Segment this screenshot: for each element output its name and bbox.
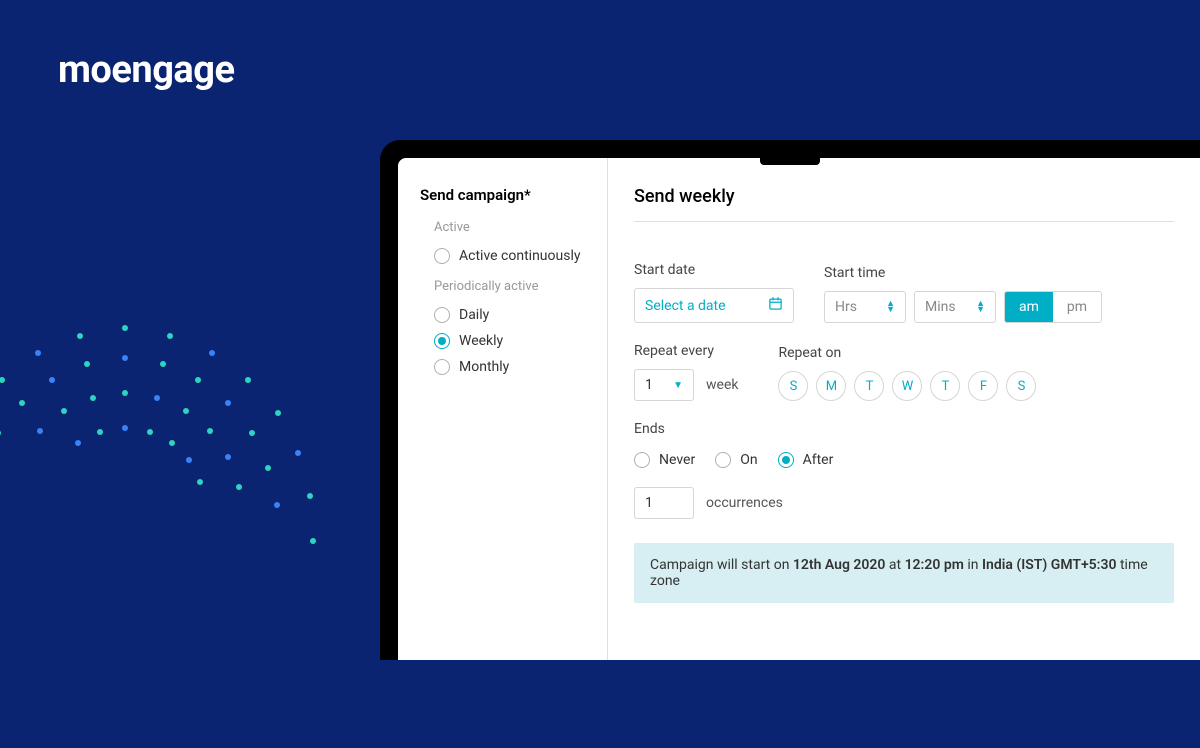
pm-option[interactable]: pm <box>1053 292 1101 322</box>
date-placeholder: Select a date <box>645 298 726 314</box>
ampm-toggle[interactable]: am pm <box>1004 291 1102 323</box>
occurrences-value: 1 <box>645 495 653 511</box>
radio-icon <box>778 452 794 468</box>
radio-monthly[interactable]: Monthly <box>420 354 589 380</box>
day-picker: S M T W T F S <box>778 371 1036 401</box>
radio-ends-never[interactable]: Never <box>634 447 695 473</box>
hours-input[interactable]: Hrs ▲▼ <box>824 291 906 323</box>
brand-logo: moengage <box>58 48 234 92</box>
radio-label: Daily <box>459 307 489 323</box>
banner-time: 12:20 pm <box>905 557 964 573</box>
sidebar: Send campaign* Active Active continuousl… <box>398 158 608 660</box>
repeat-value: 1 <box>645 377 653 393</box>
minutes-placeholder: Mins <box>925 299 956 315</box>
radio-label: After <box>803 452 834 468</box>
radio-active-continuously[interactable]: Active continuously <box>420 243 589 269</box>
occurrences-input[interactable]: 1 <box>634 487 694 519</box>
occurrences-label: occurrences <box>706 495 783 511</box>
repeat-every-label: Repeat every <box>634 343 738 359</box>
decoration-dots <box>0 298 350 748</box>
radio-label: Monthly <box>459 359 509 375</box>
device-notch <box>760 158 820 165</box>
radio-label: On <box>740 452 757 468</box>
start-time-label: Start time <box>824 265 1102 281</box>
repeat-every-select[interactable]: 1 ▼ <box>634 369 694 401</box>
radio-label: Weekly <box>459 333 503 349</box>
banner-text: Campaign will start on <box>650 557 793 573</box>
day-fri[interactable]: F <box>968 371 998 401</box>
radio-icon <box>434 307 450 323</box>
start-date-input[interactable]: Select a date <box>634 288 794 323</box>
day-mon[interactable]: M <box>816 371 846 401</box>
repeat-on-label: Repeat on <box>778 345 1036 361</box>
group-label-active: Active <box>434 220 589 235</box>
group-label-periodic: Periodically active <box>434 279 589 294</box>
am-option[interactable]: am <box>1005 292 1053 322</box>
hours-placeholder: Hrs <box>835 299 857 315</box>
radio-icon <box>634 452 650 468</box>
radio-icon <box>434 248 450 264</box>
banner-text: in <box>964 557 982 573</box>
app-screen: Send campaign* Active Active continuousl… <box>398 158 1200 660</box>
summary-banner: Campaign will start on 12th Aug 2020 at … <box>634 543 1174 603</box>
radio-label: Active continuously <box>459 248 580 264</box>
start-date-label: Start date <box>634 262 794 278</box>
main-panel: Send weekly Start date Select a date Sta… <box>608 158 1200 660</box>
banner-timezone: India (IST) GMT+5:30 <box>982 557 1117 573</box>
minutes-spinner[interactable]: ▲▼ <box>976 301 985 313</box>
panel-title: Send weekly <box>634 186 1174 222</box>
ends-label: Ends <box>634 421 1174 437</box>
radio-icon <box>434 333 450 349</box>
hours-spinner[interactable]: ▲▼ <box>886 301 895 313</box>
radio-label: Never <box>659 452 695 468</box>
radio-icon <box>434 359 450 375</box>
day-sun[interactable]: S <box>778 371 808 401</box>
chevron-down-icon: ▼ <box>673 380 683 391</box>
day-tue[interactable]: T <box>854 371 884 401</box>
radio-icon <box>715 452 731 468</box>
day-sat[interactable]: S <box>1006 371 1036 401</box>
banner-text: at <box>885 557 904 573</box>
sidebar-title: Send campaign* <box>420 186 589 204</box>
radio-daily[interactable]: Daily <box>420 302 589 328</box>
minutes-input[interactable]: Mins ▲▼ <box>914 291 996 323</box>
banner-date: 12th Aug 2020 <box>793 557 886 573</box>
day-thu[interactable]: T <box>930 371 960 401</box>
radio-weekly[interactable]: Weekly <box>420 328 589 354</box>
radio-ends-on[interactable]: On <box>715 447 757 473</box>
device-frame: Send campaign* Active Active continuousl… <box>380 140 1200 660</box>
day-wed[interactable]: W <box>892 371 922 401</box>
repeat-unit: week <box>706 377 738 393</box>
radio-ends-after[interactable]: After <box>778 447 834 473</box>
calendar-icon <box>768 296 783 315</box>
